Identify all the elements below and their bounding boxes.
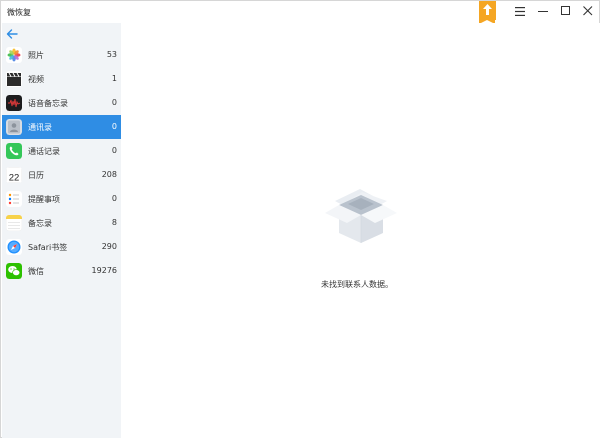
sidebar-item-label: 日历 xyxy=(28,171,44,180)
sidebar-item-label: 通话记录 xyxy=(28,147,60,156)
sidebar-item-count: 0 xyxy=(111,98,117,107)
sidebar-item-count: 0 xyxy=(111,146,117,155)
sidebar-item-label: 照片 xyxy=(28,51,44,60)
maximize-icon xyxy=(561,6,570,15)
sidebar-item-count: 0 xyxy=(111,194,117,203)
sidebar-item-reminders[interactable]: 提醒事项 0 xyxy=(2,187,121,211)
maximize-button[interactable] xyxy=(555,3,577,19)
empty-box-icon xyxy=(321,183,401,263)
photos-icon xyxy=(6,47,22,63)
sidebar-item-contacts[interactable]: 通讯录 0 xyxy=(2,115,121,139)
sidebar-item-calendar[interactable]: 22 日历 208 xyxy=(2,163,121,187)
sidebar-item-count: 8 xyxy=(111,218,117,227)
sidebar-item-label: 语音备忘录 xyxy=(28,99,68,108)
sidebar-item-label: 备忘录 xyxy=(28,219,52,228)
content-area: 未找到联系人数据。 xyxy=(121,23,600,438)
video-clapper-icon xyxy=(6,71,22,87)
sidebar-item-label: 提醒事项 xyxy=(28,195,60,204)
empty-state-message: 未找到联系人数据。 xyxy=(321,280,393,289)
sidebar-item-count: 53 xyxy=(106,50,117,59)
sidebar-item-count: 290 xyxy=(101,242,117,251)
app-window: 微恢复 照片 53 视频 1 语音备忘录 0 通讯录 0 通话记录 0 22 日… xyxy=(0,0,600,438)
phone-icon xyxy=(6,143,22,159)
arrow-left-icon xyxy=(6,29,18,39)
contacts-icon xyxy=(6,119,22,135)
sidebar-item-count: 1 xyxy=(111,74,117,83)
sidebar-item-count: 19276 xyxy=(91,266,117,275)
title-bar: 微恢复 xyxy=(1,1,599,24)
sidebar-item-wechat[interactable]: 微信 19276 xyxy=(2,259,121,283)
sidebar-item-safari-bookmarks[interactable]: Safari书签 290 xyxy=(2,235,121,259)
sidebar-item-call-log[interactable]: 通话记录 0 xyxy=(2,139,121,163)
hamburger-menu-icon xyxy=(515,6,525,16)
sidebar-item-videos[interactable]: 视频 1 xyxy=(2,67,121,91)
close-button[interactable] xyxy=(577,3,599,19)
sidebar-item-label: Safari书签 xyxy=(28,243,68,252)
close-icon xyxy=(583,6,593,16)
sidebar: 照片 53 视频 1 语音备忘录 0 通讯录 0 通话记录 0 22 日历 20… xyxy=(2,23,121,438)
minimize-icon xyxy=(538,11,548,12)
menu-button[interactable] xyxy=(509,3,531,19)
calendar-day: 22 xyxy=(9,173,20,184)
sidebar-item-voice-memos[interactable]: 语音备忘录 0 xyxy=(2,91,121,115)
minimize-button[interactable] xyxy=(532,3,554,19)
sidebar-item-label: 视频 xyxy=(28,75,44,84)
app-title: 微恢复 xyxy=(7,8,31,17)
sidebar-item-photos[interactable]: 照片 53 xyxy=(2,43,121,67)
sidebar-item-count: 208 xyxy=(101,170,117,179)
safari-icon xyxy=(6,239,22,255)
reminders-icon xyxy=(6,191,22,207)
upgrade-button[interactable] xyxy=(479,1,496,24)
sidebar-item-notes[interactable]: 备忘录 8 xyxy=(2,211,121,235)
back-button[interactable] xyxy=(6,25,20,39)
sidebar-item-label: 通讯录 xyxy=(28,123,52,132)
calendar-icon: 22 xyxy=(6,167,22,183)
category-list: 照片 53 视频 1 语音备忘录 0 通讯录 0 通话记录 0 22 日历 20… xyxy=(2,43,121,283)
upload-arrow-icon xyxy=(483,4,492,15)
wechat-icon xyxy=(6,263,22,279)
sidebar-item-count: 0 xyxy=(111,122,117,131)
voice-memo-icon xyxy=(6,95,22,111)
sidebar-item-label: 微信 xyxy=(28,267,44,276)
notes-icon xyxy=(6,215,22,231)
